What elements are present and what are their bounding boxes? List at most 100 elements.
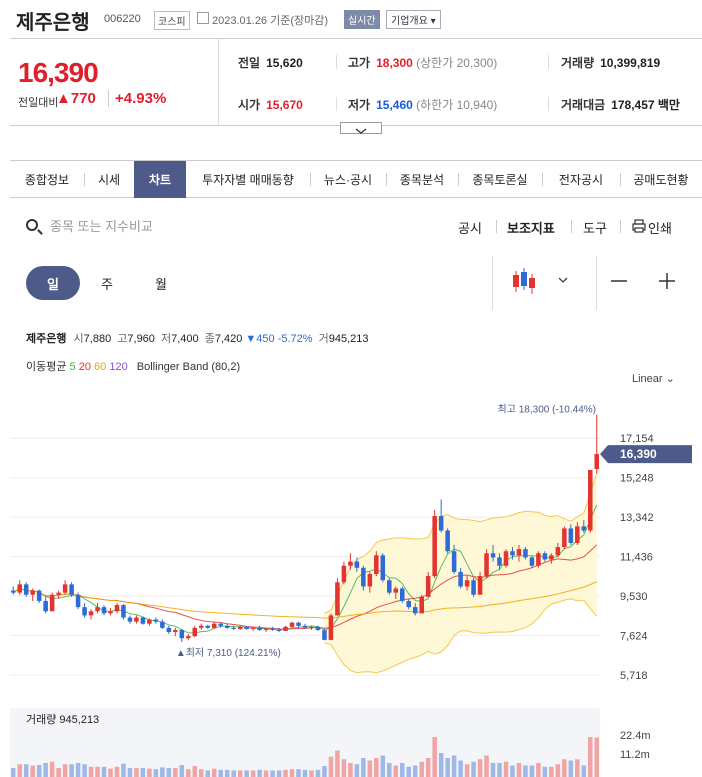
candle-body: [211, 623, 217, 628]
tab-analysis[interactable]: 종목분석: [386, 161, 458, 198]
print-button[interactable]: 인쇄: [648, 218, 672, 237]
search-icon[interactable]: [26, 219, 38, 231]
tab-overview[interactable]: 종합정보: [10, 161, 84, 198]
chevron-down-icon: [355, 128, 367, 134]
volume-bar: [458, 760, 463, 777]
volume-bar: [555, 764, 561, 777]
volume-bar: [354, 764, 360, 777]
candle-body: [82, 607, 87, 616]
volume-bar: [510, 765, 515, 777]
candle-body: [464, 580, 470, 587]
close-label: 종: [204, 333, 215, 345]
trade-value-value: 178,457 백만: [611, 98, 680, 112]
period-daily-button[interactable]: 일: [26, 266, 80, 300]
volume-bar: [380, 755, 386, 777]
candle-body: [114, 605, 120, 612]
candle-body: [88, 611, 94, 616]
candle-body: [49, 594, 55, 612]
candle-body: [328, 615, 334, 640]
candle-body: [224, 625, 230, 628]
volume-bar: [438, 753, 444, 777]
calendar-icon: [197, 12, 209, 24]
ma-5: 5: [69, 361, 76, 373]
candle-body: [419, 596, 424, 614]
volume-bar: [270, 770, 275, 777]
volume-bar: [588, 737, 593, 777]
low-price: 저가 15,460 (하한가 10,940): [348, 96, 497, 113]
candlestick-icon: [513, 268, 568, 294]
scale-dropdown[interactable]: Linear ⌄: [632, 372, 675, 385]
volume-label: 거래량 945,213: [26, 713, 99, 726]
volume-bar: [289, 769, 295, 777]
realtime-button[interactable]: 실시간: [344, 10, 380, 29]
candle-body: [75, 594, 81, 608]
chart-type-selector[interactable]: [492, 256, 596, 310]
indicators-button[interactable]: 보조지표: [507, 218, 555, 237]
high-label: 고가: [348, 56, 371, 70]
candle-body: [30, 590, 35, 595]
candle-body: [568, 528, 574, 543]
candle-body: [510, 551, 515, 556]
period-weekly-button[interactable]: 주: [80, 266, 134, 300]
candle-body: [263, 628, 269, 630]
ma-120: 120: [109, 361, 128, 373]
candle-body: [542, 553, 548, 560]
candle-body: [186, 636, 191, 639]
tab-quotes[interactable]: 시세: [84, 161, 134, 198]
volume-bar: [198, 769, 204, 777]
volume-bar: [445, 758, 450, 777]
candle-body: [361, 567, 366, 587]
low-label: 저: [160, 333, 172, 345]
tools-button[interactable]: 도구: [583, 218, 607, 237]
compare-search-input[interactable]: 종목 또는 지수비교: [50, 216, 153, 235]
tab-edisclosure[interactable]: 전자공시: [542, 161, 620, 198]
tab-short-selling[interactable]: 공매도현황: [620, 161, 702, 198]
low-value: 15,460: [376, 98, 413, 112]
candle-body: [147, 619, 152, 624]
candle-body: [192, 627, 198, 637]
price-chart[interactable]: 17,15415,24813,34211,4369,5307,6245,718 …: [0, 390, 702, 777]
period-monthly-button[interactable]: 월: [134, 266, 188, 300]
tab-discussion[interactable]: 종목토론실: [458, 161, 542, 198]
chart-stock-name: 제주은행: [26, 333, 67, 345]
volume-bar: [69, 764, 74, 777]
print-icon[interactable]: [632, 219, 646, 233]
divider: [218, 39, 219, 125]
volume-bar: [302, 769, 308, 777]
disclosure-button[interactable]: 공시: [458, 218, 482, 237]
volume-bar: [594, 737, 600, 777]
candle-body: [153, 619, 159, 622]
zoom-out-button[interactable]: [610, 272, 628, 290]
candle-body: [549, 555, 554, 560]
corp-overview-dropdown[interactable]: 기업개요 ▾: [386, 10, 441, 29]
ohlc-change: ▼450 -5.72%: [245, 333, 313, 345]
candle-body: [348, 561, 353, 566]
tab-investor-trend[interactable]: 투자자별 매매동향: [186, 161, 310, 198]
ohlc-close: 7,420: [214, 333, 243, 345]
tab-chart[interactable]: 차트: [134, 161, 186, 198]
current-price-label: 16,390: [620, 447, 657, 461]
price-summary: 16,390 전일대비 ▲770 +4.93% 전일 15,620 고가 18,30…: [10, 38, 702, 126]
ohlc-volume: 945,213: [328, 333, 369, 345]
candle-body: [244, 626, 249, 629]
y-tick-label: 9,530: [620, 591, 648, 603]
volume-bar: [464, 764, 470, 777]
y-tick-label: 7,624: [620, 631, 648, 643]
volume-bar: [56, 768, 61, 777]
ma-label: 이동평균: [26, 361, 67, 373]
expand-toggle-button[interactable]: [340, 122, 382, 134]
prev-compare-label: 전일대비: [18, 97, 59, 109]
volume-bar: [134, 768, 139, 777]
stock-name: 제주은행: [16, 12, 90, 34]
zoom-in-button[interactable]: [658, 272, 676, 290]
open-price: 시가 15,670: [238, 96, 303, 113]
volume-bar: [218, 769, 223, 777]
tab-news[interactable]: 뉴스·공시: [310, 161, 386, 198]
candle-body: [43, 600, 48, 612]
price-axis: 17,154 15,248 13,342 11,436 9,530 7,624 5,718: [620, 433, 654, 682]
volume-bar: [296, 769, 301, 777]
volume-bar: [367, 760, 373, 777]
candle-body: [231, 627, 236, 629]
candle-body: [289, 622, 295, 627]
high-value: 18,300: [376, 56, 413, 70]
